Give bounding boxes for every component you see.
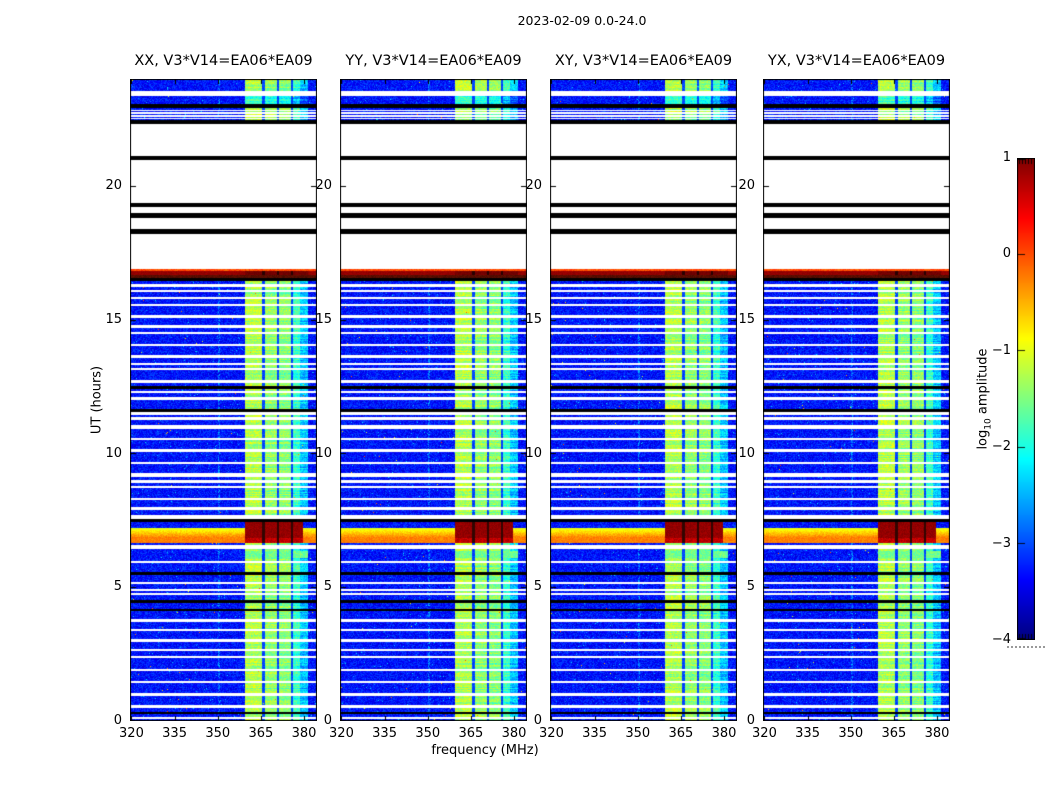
spectrogram-canvas-yy (340, 79, 527, 721)
panel-title: YY, V3*V14=EA06*EA09 (345, 53, 522, 69)
x-tick-label: 380 (924, 726, 950, 741)
x-tick-label: 365 (248, 726, 274, 741)
colorbar-tick-label: −1 (991, 342, 1011, 358)
x-axis-label: frequency (MHz) (431, 743, 539, 758)
figure: 2023-02-09 0.0-24.0 frequency (MHz) UT (… (0, 0, 1050, 800)
y-axis-label: UT (hours) (89, 365, 105, 435)
y-tick-label: 20 (315, 178, 332, 193)
colorbar-tick-label: 1 (1002, 150, 1011, 165)
spectrogram-canvas-xx (130, 79, 317, 721)
panel-title: XX, V3*V14=EA06*EA09 (134, 53, 313, 69)
colorbar-tick-label: −4 (991, 632, 1011, 647)
colorbar-tick-label: −2 (991, 439, 1011, 455)
y-tick-label: 0 (323, 713, 332, 728)
y-tick-label: 10 (315, 445, 332, 461)
x-tick-label: 335 (582, 726, 607, 741)
spectrogram-canvas-yx (763, 79, 950, 721)
y-tick-label: 10 (738, 445, 755, 461)
y-tick-label: 15 (525, 311, 542, 327)
y-tick-label: 0 (746, 713, 755, 728)
colorbar-tick-label: 0 (1002, 246, 1011, 262)
x-tick-label: 380 (711, 726, 737, 741)
colorbar-tick-label: −3 (991, 535, 1011, 551)
colorbar-label: log10 amplitude (976, 348, 997, 449)
y-tick-label: 15 (738, 311, 755, 327)
y-tick-label: 15 (105, 311, 122, 327)
x-tick-label: 335 (162, 726, 187, 741)
panel-title: XY, V3*V14=EA06*EA09 (554, 53, 733, 69)
x-tick-label: 320 (329, 726, 354, 741)
y-tick-label: 0 (533, 713, 542, 728)
x-tick-label: 380 (501, 726, 527, 741)
y-tick-label: 10 (105, 445, 122, 461)
y-tick-label: 10 (525, 445, 542, 461)
x-tick-label: 320 (119, 726, 144, 741)
x-tick-label: 350 (205, 726, 231, 741)
y-tick-label: 5 (746, 579, 755, 595)
x-tick-label: 320 (752, 726, 777, 741)
x-tick-label: 350 (838, 726, 864, 741)
x-tick-label: 350 (625, 726, 651, 741)
y-tick-label: 5 (113, 579, 122, 595)
y-tick-label: 0 (113, 713, 122, 728)
y-tick-label: 5 (533, 579, 542, 595)
colorbar-label-sub: 10 (983, 418, 994, 430)
x-tick-label: 335 (795, 726, 820, 741)
x-tick-label: 365 (458, 726, 484, 741)
y-tick-label: 20 (525, 178, 542, 193)
x-tick-label: 365 (668, 726, 694, 741)
x-tick-label: 350 (415, 726, 441, 741)
x-tick-label: 380 (291, 726, 317, 741)
panel-title: YX, V3*V14=EA06*EA09 (767, 53, 946, 69)
y-tick-label: 15 (315, 311, 332, 327)
x-tick-label: 335 (372, 726, 397, 741)
y-tick-label: 20 (738, 178, 755, 193)
spectrogram-canvas-xy (550, 79, 737, 721)
figure-title: 2023-02-09 0.0-24.0 (517, 13, 647, 28)
colorbar-label-suffix: amplitude (975, 348, 991, 419)
y-tick-label: 5 (323, 579, 332, 595)
colorbar-underflow-dots (1007, 646, 1045, 648)
colorbar-canvas (1017, 158, 1035, 640)
x-tick-label: 320 (539, 726, 564, 741)
x-tick-label: 365 (881, 726, 907, 741)
y-tick-label: 20 (105, 178, 122, 193)
